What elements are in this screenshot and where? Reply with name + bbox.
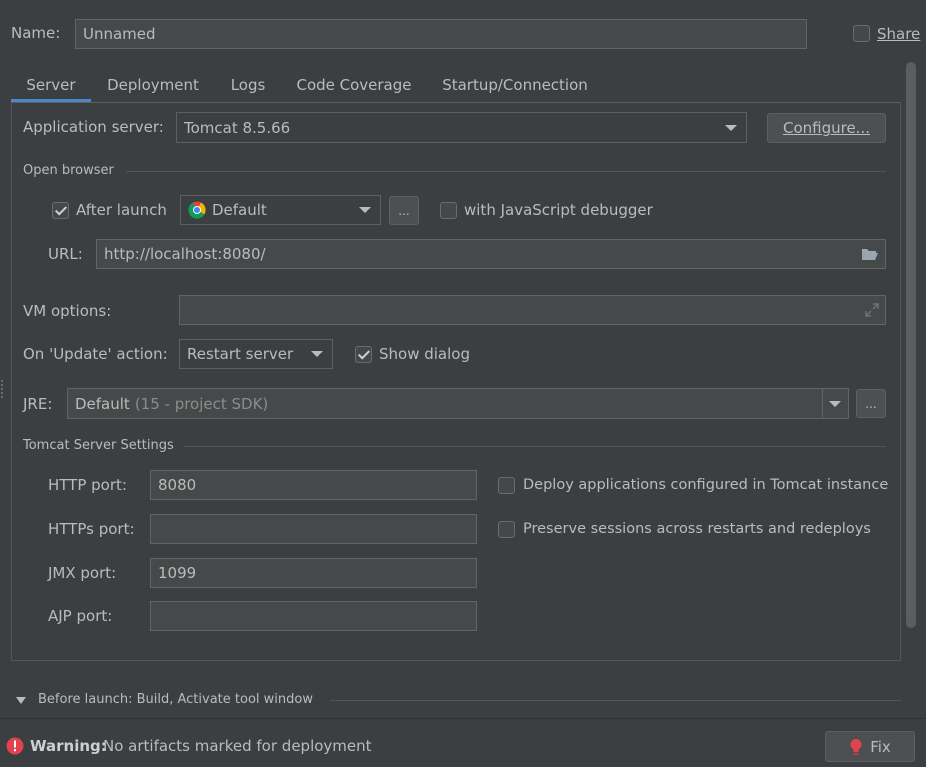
preserve-sessions-label[interactable]: Preserve sessions across restarts and re… (523, 521, 871, 537)
app-server-value: Tomcat 8.5.66 (184, 118, 291, 137)
on-update-combo[interactable]: Restart server (179, 339, 333, 369)
chevron-down-icon (829, 400, 841, 407)
browser-combo[interactable]: Default (180, 195, 381, 225)
app-server-combo[interactable]: Tomcat 8.5.66 (176, 112, 747, 143)
tomcat-settings-section-label: Tomcat Server Settings (23, 438, 174, 453)
tomcat-settings-divider (184, 446, 886, 447)
jmx-port-label: JMX port: (48, 564, 117, 582)
show-dialog-label[interactable]: Show dialog (379, 345, 470, 363)
url-label: URL: (48, 245, 83, 263)
fix-label: Fix (870, 737, 891, 756)
deploy-apps-label[interactable]: Deploy applications configured in Tomcat… (523, 477, 888, 493)
scrollbar-thumb[interactable] (906, 62, 916, 628)
browse-ellipsis: ... (865, 396, 877, 411)
vm-options-label: VM options: (23, 302, 112, 320)
configure-button[interactable]: Configure... (767, 113, 886, 143)
js-debugger-label[interactable]: with JavaScript debugger (464, 201, 653, 219)
chevron-down-icon (311, 351, 323, 357)
share-checkbox[interactable] (853, 25, 870, 42)
tab-logs[interactable]: Logs (222, 68, 274, 102)
browse-ellipsis: ... (398, 203, 410, 218)
jre-browse-button[interactable]: ... (856, 389, 886, 418)
configure-label: Configure... (782, 119, 870, 137)
tab-startup-connection[interactable]: Startup/Connection (434, 68, 596, 102)
tab-code-coverage-label: Code Coverage (296, 76, 412, 94)
chrome-icon (188, 201, 206, 219)
folder-icon[interactable] (861, 247, 879, 261)
on-update-label: On 'Update' action: (23, 345, 168, 363)
footer-divider (0, 718, 926, 719)
tab-deployment[interactable]: Deployment (99, 68, 207, 102)
jre-label: JRE: (23, 395, 53, 413)
expand-triangle-icon[interactable] (16, 697, 26, 704)
name-label: Name: (11, 24, 61, 42)
jre-dropdown-toggle[interactable] (822, 389, 848, 418)
http-port-field[interactable]: 8080 (150, 470, 477, 500)
show-dialog-checkbox[interactable] (355, 346, 372, 363)
tab-logs-label: Logs (230, 76, 266, 94)
deploy-apps-checkbox[interactable] (498, 477, 515, 494)
warning-text: No artifacts marked for deployment (103, 737, 372, 755)
open-browser-section-label: Open browser (23, 163, 114, 178)
after-launch-checkbox[interactable] (52, 202, 69, 219)
jre-hint: (15 - project SDK) (134, 394, 269, 413)
resize-grip[interactable] (1, 380, 3, 398)
on-update-value: Restart server (187, 345, 294, 363)
ajp-port-field[interactable] (150, 601, 477, 631)
before-launch-divider (330, 700, 901, 701)
js-debugger-checkbox[interactable] (440, 202, 457, 219)
https-port-field[interactable] (150, 514, 477, 544)
url-value: http://localhost:8080/ (104, 245, 266, 263)
fix-button[interactable]: Fix (825, 731, 915, 762)
jre-value: Default (75, 394, 130, 413)
share-label[interactable]: Share (877, 25, 920, 43)
tab-code-coverage[interactable]: Code Coverage (289, 68, 419, 102)
before-launch-label[interactable]: Before launch: Build, Activate tool wind… (38, 692, 313, 707)
tab-startup-connection-label: Startup/Connection (442, 76, 588, 94)
tab-deployment-label: Deployment (107, 76, 199, 94)
name-field[interactable]: Unnamed (75, 19, 807, 49)
ajp-port-label: AJP port: (48, 607, 113, 625)
browser-value: Default (212, 201, 267, 219)
http-port-label: HTTP port: (48, 476, 127, 494)
tab-server-label: Server (26, 76, 76, 94)
jre-combo[interactable]: Default (15 - project SDK) (67, 388, 849, 419)
tab-server[interactable]: Server (11, 68, 91, 102)
url-field[interactable]: http://localhost:8080/ (96, 239, 886, 269)
app-server-label: Application server: (23, 118, 164, 136)
expand-icon[interactable] (865, 303, 879, 317)
open-browser-divider (126, 171, 886, 172)
https-port-label: HTTPs port: (48, 520, 135, 538)
lightbulb-icon (850, 738, 862, 755)
chevron-down-icon (359, 207, 371, 213)
jmx-port-field[interactable]: 1099 (150, 558, 477, 588)
vm-options-field[interactable] (179, 295, 886, 325)
error-icon (6, 737, 24, 755)
after-launch-label[interactable]: After launch (76, 201, 167, 219)
chevron-down-icon (725, 124, 737, 131)
browser-browse-button[interactable]: ... (389, 196, 419, 225)
preserve-sessions-checkbox[interactable] (498, 521, 515, 538)
warning-title: Warning: (30, 737, 107, 755)
